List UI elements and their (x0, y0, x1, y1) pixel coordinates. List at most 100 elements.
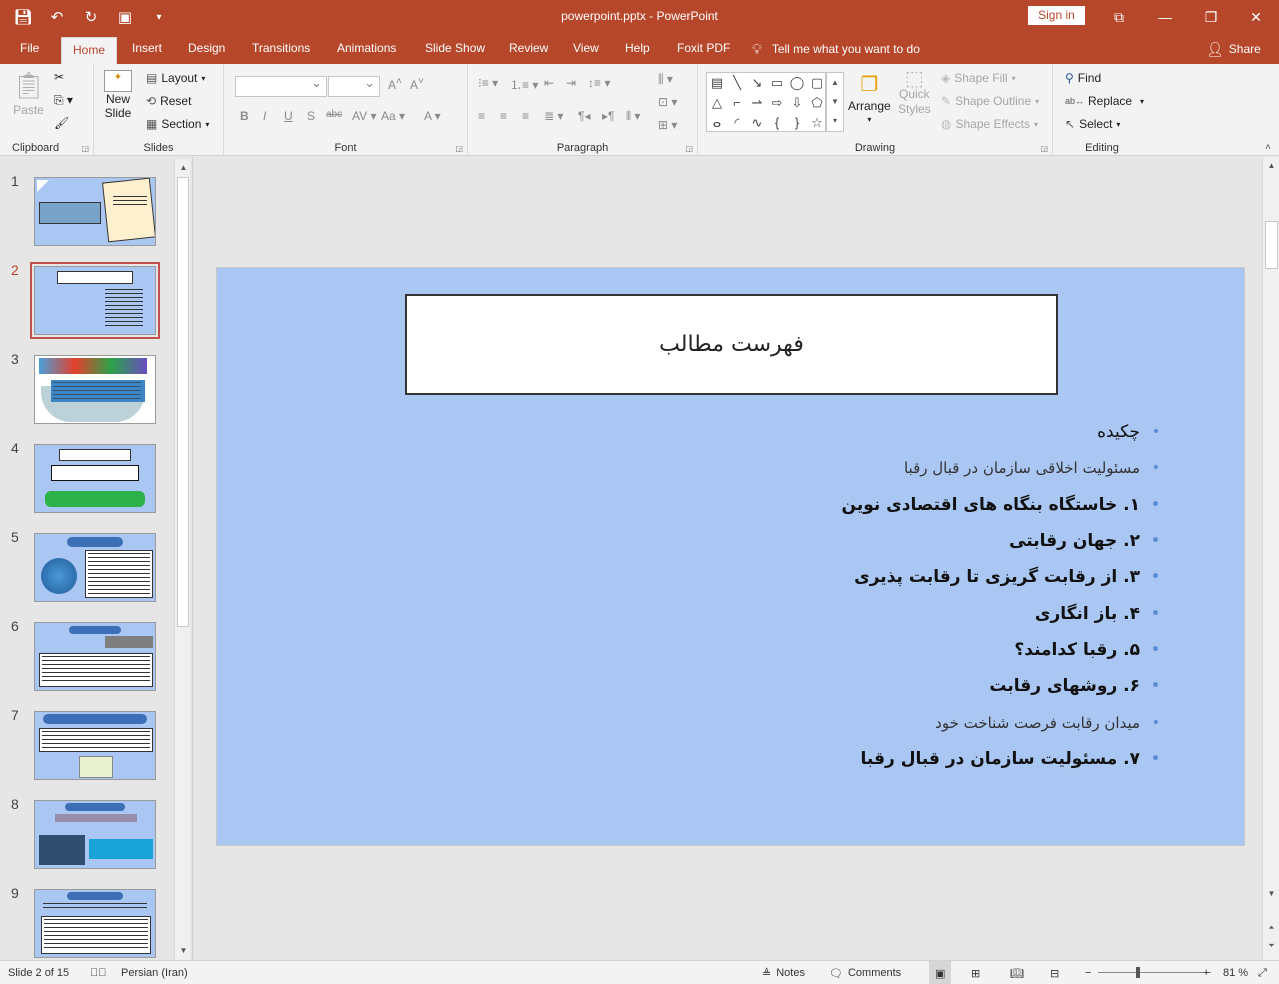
slide-thumbnail-4[interactable] (34, 444, 156, 513)
drawing-dialog-launcher-icon[interactable]: ◲ (1040, 144, 1048, 153)
layout-button[interactable]: ▤ Layout ▾ (146, 71, 205, 85)
slide-sorter-view-icon[interactable]: ⊞ (971, 961, 980, 984)
slide-scroll-thumb[interactable] (1265, 221, 1278, 269)
slide-thumbnail-8[interactable] (34, 800, 156, 869)
tab-foxit-pdf[interactable]: Foxit PDF (666, 34, 741, 64)
connector-shape-icon[interactable]: ⌐ (727, 93, 747, 113)
language-indicator[interactable]: Persian (Iran) (121, 961, 188, 984)
thumbnail-scroll-thumb[interactable] (177, 177, 189, 627)
right-brace-shape-icon[interactable]: } (787, 113, 807, 133)
left-brace-shape-icon[interactable]: { (767, 113, 787, 133)
section-button[interactable]: ▦ Section ▾ (146, 117, 209, 131)
numbering-icon[interactable]: ⒈≡ ▾ (510, 76, 538, 93)
tab-help[interactable]: Help (614, 34, 661, 64)
tab-design[interactable]: Design (177, 34, 236, 64)
select-button[interactable]: ↖ Select ▾ (1065, 117, 1120, 131)
increase-indent-icon[interactable]: ⇥ (566, 76, 576, 90)
arc-shape-icon[interactable]: ◜ (727, 113, 747, 133)
columns-icon[interactable]: ⫴ ▾ (626, 109, 640, 124)
current-slide[interactable]: فهرست مطالب • چکیده • مسئولیت اخلاقی سازمان… (216, 267, 1245, 846)
share-button[interactable]: 👤︎ Share (1206, 34, 1261, 64)
thumbnail-row[interactable]: 4 (0, 440, 172, 515)
paste-button[interactable]: 📋︎ Paste (12, 70, 45, 117)
restore-icon[interactable]: ❐ (1188, 0, 1234, 34)
scroll-down-icon[interactable]: ▼ (177, 944, 190, 958)
slide-thumbnail-2[interactable] (30, 262, 160, 339)
rounded-rectangle-shape-icon[interactable]: ▢ (807, 73, 827, 93)
star-shape-icon[interactable]: ☆ (807, 113, 827, 133)
new-slide-button[interactable]: ✦ New Slide (104, 70, 132, 120)
tab-view[interactable]: View (562, 34, 610, 64)
zoom-slider-track[interactable] (1098, 972, 1211, 973)
thumbnail-row[interactable]: 7 (0, 707, 172, 782)
elbow-arrow-shape-icon[interactable]: ⇀ (747, 93, 767, 113)
slide-thumbnail-9[interactable] (34, 889, 156, 958)
character-spacing-icon[interactable]: AV ▾ (352, 109, 376, 123)
normal-view-icon[interactable]: ▣ (929, 961, 952, 984)
save-icon[interactable]: 💾︎ (10, 4, 36, 30)
shape-outline-button[interactable]: ✎ Shape Outline ▾ (941, 94, 1039, 108)
zoom-slider-handle[interactable] (1136, 967, 1140, 978)
slide-thumbnail-7[interactable] (34, 711, 156, 780)
tab-insert[interactable]: Insert (121, 34, 173, 64)
spell-check-icon[interactable]: ✓⃞ (90, 961, 107, 984)
fit-slide-icon[interactable]: ⤢ (1258, 961, 1267, 984)
font-dialog-launcher-icon[interactable]: ◲ (455, 144, 463, 153)
font-color-icon[interactable]: A ▾ (424, 109, 441, 123)
underline-icon[interactable]: U (284, 109, 293, 123)
tab-file[interactable]: File (9, 34, 50, 64)
shadow-icon[interactable]: S (307, 109, 315, 123)
tab-animations[interactable]: Animations (326, 34, 407, 64)
reset-button[interactable]: ⟲ Reset (146, 94, 191, 108)
start-from-beginning-icon[interactable]: ▣ (112, 4, 138, 30)
thumbnail-row[interactable]: 6 (0, 618, 172, 693)
shrink-font-icon[interactable]: A˅ (410, 76, 424, 92)
slide-title-box[interactable]: فهرست مطالب (405, 294, 1058, 395)
copy-icon[interactable]: ⎘ ▾ (54, 93, 73, 108)
previous-slide-icon[interactable]: ⏶ (1265, 921, 1278, 935)
slide-vertical-scrollbar[interactable]: ▲ ▼ ⏶ ⏷ (1262, 157, 1279, 960)
shapes-gallery[interactable]: ▤ ╲ ↘ ▭ ◯ ▢ △ ⌐ ⇀ ⇨ ⇩ ⬠ ⴰ ◜ ∿ { } ☆ (706, 72, 826, 132)
right-arrow-shape-icon[interactable]: ⇨ (767, 93, 787, 113)
text-direction-icon[interactable]: ⫼ ▾ (658, 72, 673, 87)
grow-font-icon[interactable]: A˄ (388, 76, 402, 92)
tab-review[interactable]: Review (498, 34, 559, 64)
thumbnail-row[interactable]: 3 (0, 351, 172, 426)
comments-button[interactable]: 🗨︎ Comments (829, 961, 901, 984)
freeform-shape-icon[interactable]: ⬠ (807, 93, 827, 113)
triangle-shape-icon[interactable]: △ (707, 93, 727, 113)
bullets-icon[interactable]: ⁝≡ ▾ (478, 76, 498, 90)
font-size-combo[interactable] (328, 75, 380, 97)
sign-in-button[interactable]: Sign in (1028, 6, 1085, 25)
shape-fill-button[interactable]: ◈ Shape Fill ▾ (941, 71, 1016, 85)
arrange-button[interactable]: ❐ Arrange ▾ (848, 72, 891, 124)
oval-shape-icon[interactable]: ◯ (787, 73, 807, 93)
strikethrough-icon[interactable]: abc (326, 109, 342, 120)
tab-transitions[interactable]: Transitions (241, 34, 321, 64)
cut-icon[interactable]: ✂ (54, 70, 64, 84)
slide-thumbnail-6[interactable] (34, 622, 156, 691)
align-text-icon[interactable]: ⊡ ▾ (658, 95, 677, 109)
thumbnail-row[interactable]: 5 (0, 529, 172, 604)
tab-home[interactable]: Home (61, 37, 118, 64)
smartart-icon[interactable]: ⊞ ▾ (658, 118, 677, 132)
tab-slide-show[interactable]: Slide Show (414, 34, 496, 64)
next-slide-icon[interactable]: ⏷ (1265, 939, 1278, 953)
font-name-combo[interactable] (235, 75, 327, 97)
find-button[interactable]: ⚲ Find (1065, 71, 1101, 85)
zoom-level[interactable]: 81 % (1223, 961, 1248, 984)
decrease-indent-icon[interactable]: ⇤ (544, 76, 554, 90)
close-icon[interactable]: ✕ (1233, 0, 1279, 34)
reading-view-icon[interactable]: 📖︎ (1010, 961, 1024, 984)
align-left-icon[interactable]: ≡ (478, 109, 485, 123)
arrow-shape-icon[interactable]: ↘ (747, 73, 767, 93)
shape-effects-button[interactable]: ◍ Shape Effects ▾ (941, 117, 1038, 131)
scroll-down-icon[interactable]: ▼ (1265, 887, 1278, 901)
redo-icon[interactable]: ↻ (78, 4, 104, 30)
line-shape-icon[interactable]: ╲ (727, 73, 747, 93)
textbox-shape-icon[interactable]: ▤ (707, 73, 727, 93)
align-right-icon[interactable]: ≡ (522, 109, 529, 123)
quick-styles-button[interactable]: ⬚ Quick Styles (898, 69, 931, 117)
line-spacing-icon[interactable]: ↕≡ ▾ (588, 76, 610, 90)
dialog-launcher-icon[interactable]: ◲ (81, 144, 89, 153)
